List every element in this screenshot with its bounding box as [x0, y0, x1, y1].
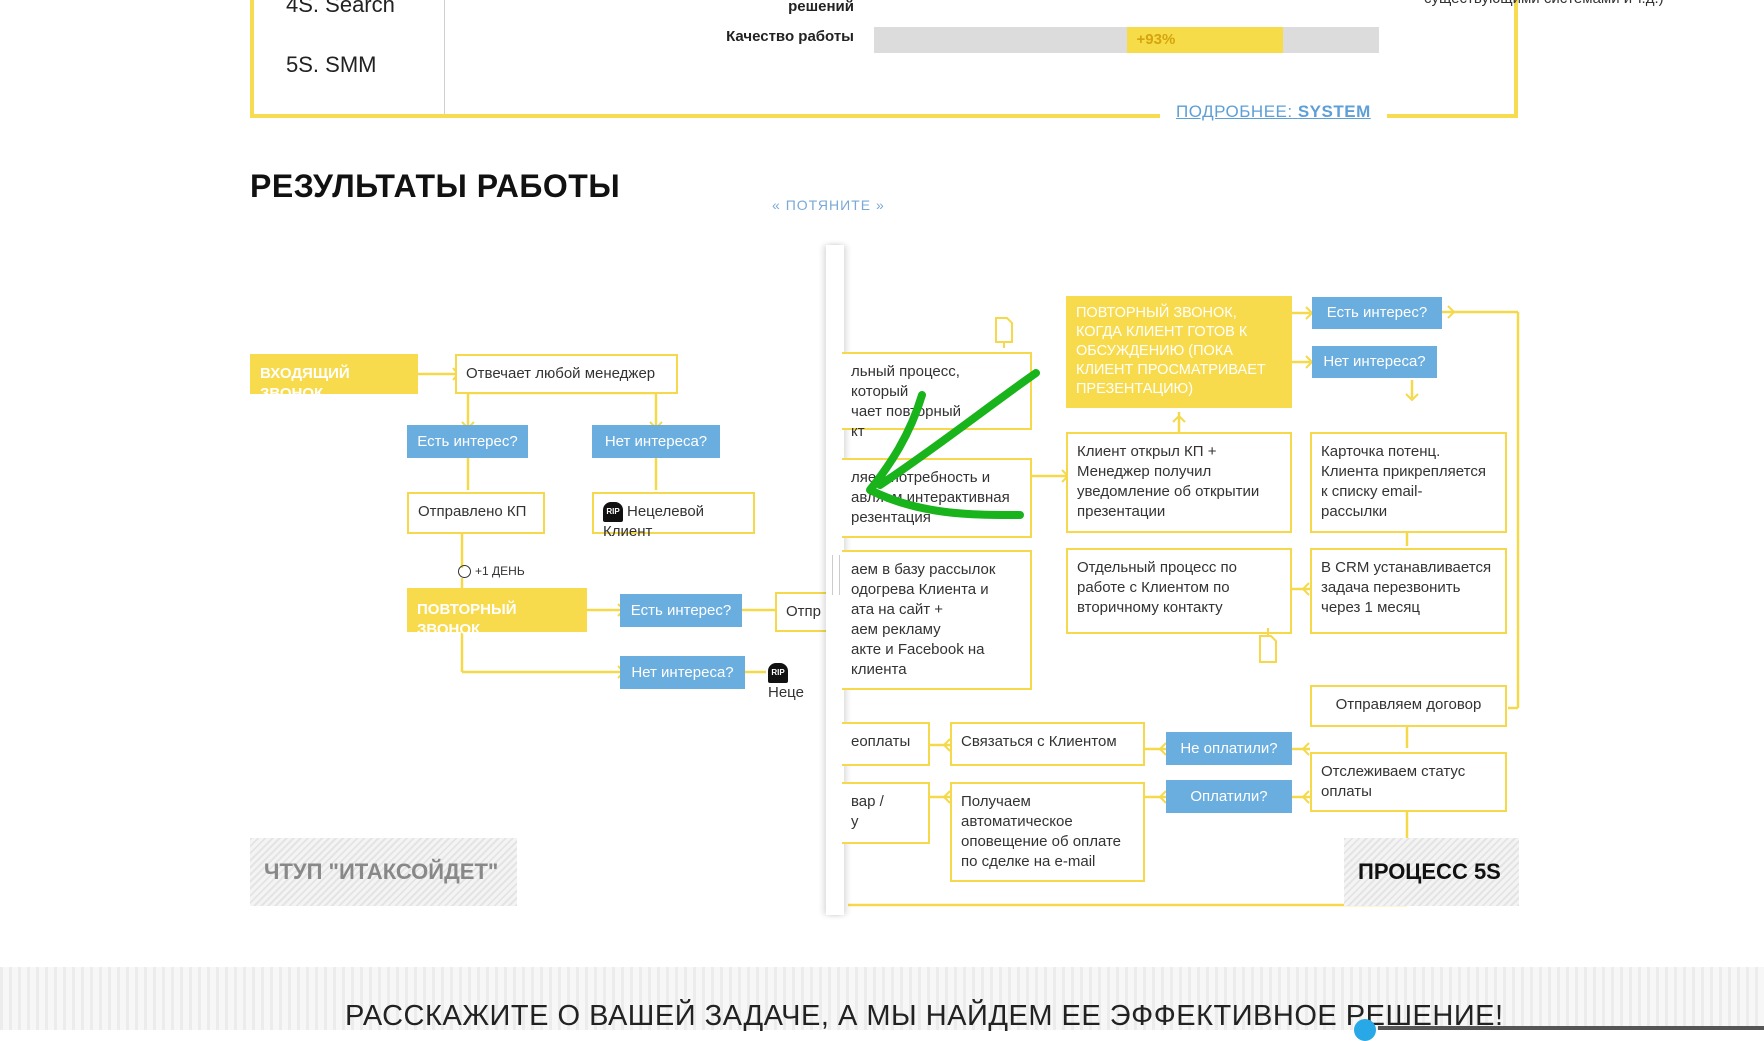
node-not-paid: Не оплатили?: [1166, 732, 1292, 765]
node-repeat-call: ПОВТОРНЫЙ ЗВОНОК: [407, 588, 587, 638]
node-interest-right: Есть интерес?: [1312, 297, 1442, 329]
node-interest-1: Есть интерес?: [407, 425, 528, 458]
node-track-status: Отслеживаем статус оплаты: [1310, 752, 1507, 812]
chat-bar[interactable]: [1378, 1026, 1764, 1030]
stopwatch-icon: [458, 565, 471, 579]
node-non-payment: еоплаты: [842, 722, 930, 766]
chat-icon[interactable]: [1354, 1019, 1376, 1041]
day-timer: +1 ДЕНЬ: [458, 564, 525, 579]
cta-text: РАССКАЖИТЕ О ВАШЕЙ ЗАДАЧЕ, А МЫ НАЙДЕМ Е…: [345, 1000, 1504, 1032]
node-contact-client: Связаться с Клиентом: [950, 722, 1145, 766]
case-label-left: ЧТУП "ИТАКСОЙДЕТ": [250, 838, 517, 906]
node-any-manager: Отвечает любой менеджер: [455, 354, 678, 394]
node-paid: Оплатили?: [1166, 780, 1292, 813]
node-crm-task: В CRM устанавливается задача перезвонить…: [1310, 548, 1507, 634]
tombstone-icon: RIP: [768, 663, 788, 684]
node-no-interest-2: Нет интереса?: [620, 656, 745, 689]
node-card-email: Карточка потенц. Клиента прикрепляется к…: [1310, 432, 1507, 533]
node-sent-kp: Отправлено КП: [407, 492, 545, 534]
node-interest-2: Есть интерес?: [620, 594, 742, 627]
node-no-interest-1: Нет интереса?: [592, 425, 720, 458]
grip-icon[interactable]: [832, 555, 840, 595]
node-incoming-call: ВХОДЯЩИЙ ЗВОНОК: [250, 354, 418, 402]
node-mailing-base: аем в базу рассылок одогрева Клиента и а…: [842, 550, 1032, 690]
document-icon: [1259, 628, 1277, 663]
node-auto-notice: Получаем автоматическое оповещение об оп…: [950, 782, 1145, 882]
document-icon: [995, 317, 1013, 348]
node-repeat-call-ready: ПОВТОРНЫЙ ЗВОНОК, КОГДА КЛИЕНТ ГОТОВ К О…: [1066, 296, 1292, 408]
tombstone-icon: RIP: [603, 502, 623, 523]
node-send-contract: Отправляем договор: [1310, 685, 1507, 727]
case-label-right: ПРОЦЕСС 5S: [1344, 838, 1519, 906]
node-no-interest-right: Нет интереса?: [1312, 346, 1437, 378]
node-client-opened: Клиент открыл КП + Менеджер получил увед…: [1066, 432, 1292, 533]
node-secondary-contact: Отдельный процесс по работе с Клиентом п…: [1066, 548, 1292, 634]
node-goods: вар / у: [842, 782, 930, 844]
node-non-target-1: RIP Нецелевой Клиент: [592, 492, 755, 540]
annotation-arrow-icon: [866, 369, 1040, 519]
